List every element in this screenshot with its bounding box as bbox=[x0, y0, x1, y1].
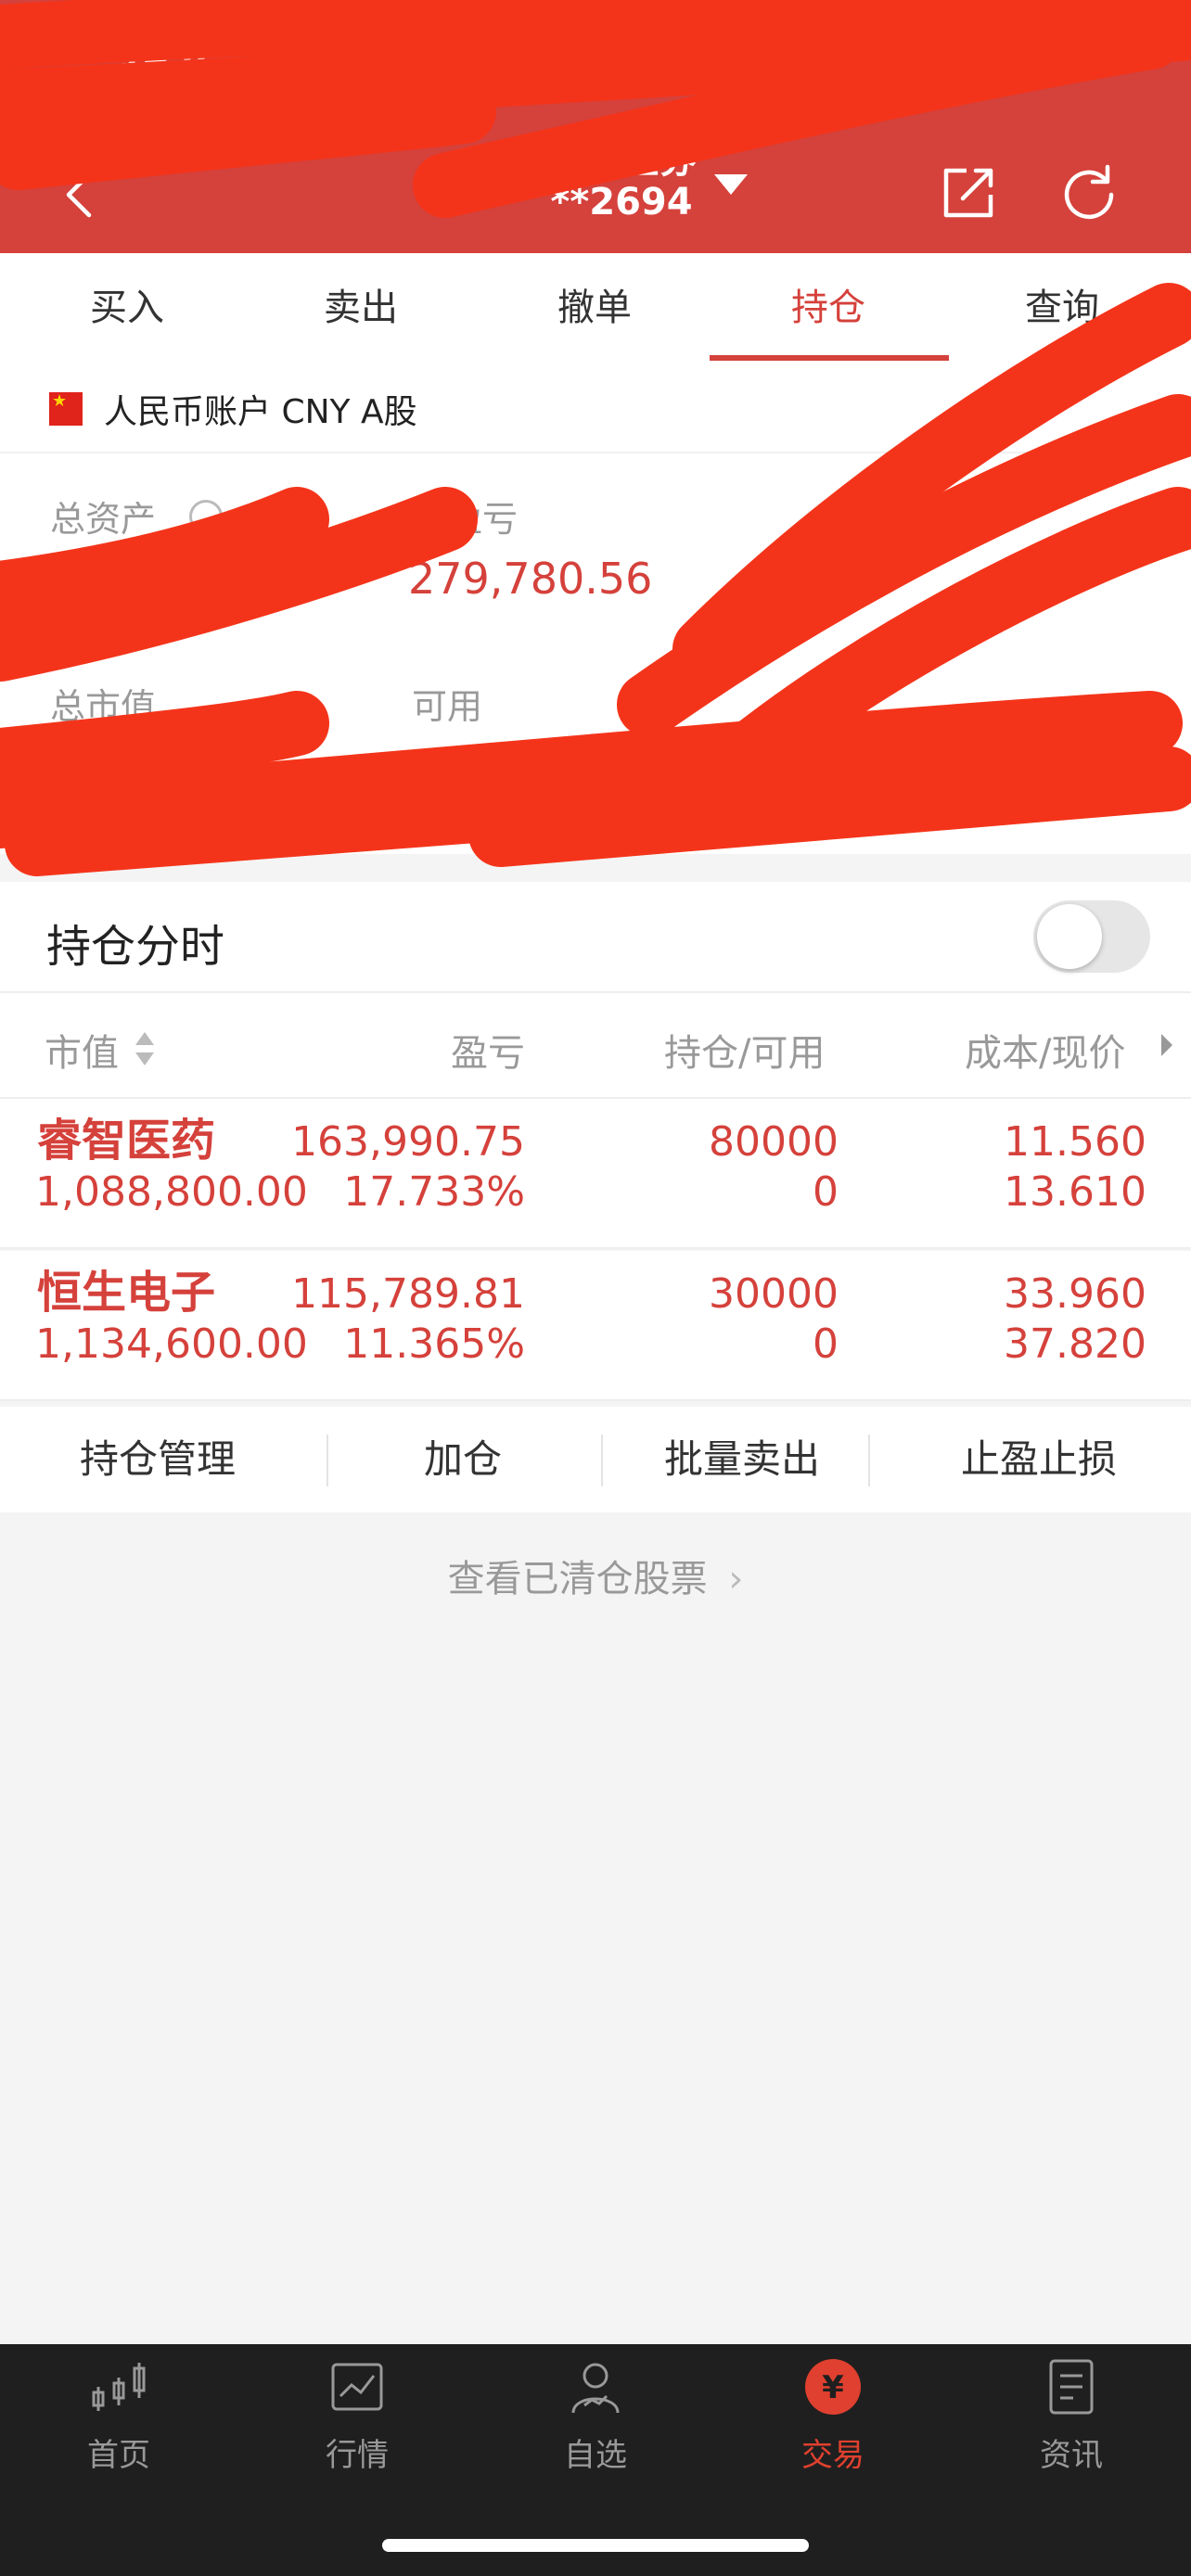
top-header: 14:0 同花顺 App 平安证券 **2694 bbox=[0, 0, 1191, 253]
stock-name: 睿智医药 bbox=[37, 1115, 216, 1167]
dropdown-caret-icon[interactable] bbox=[714, 174, 748, 195]
available-label: 可用 bbox=[412, 686, 483, 727]
account-summary: ★ 人民币账户 CNY A股 总资产 总盈亏 279,780.56 总市值 可用 bbox=[0, 363, 1191, 854]
cost: 11.560 bbox=[1004, 1118, 1146, 1166]
holdings-table-header: 市值 盈亏 持仓/可用 成本/现价 bbox=[0, 993, 1191, 1099]
divider bbox=[327, 1435, 328, 1486]
user-icon bbox=[571, 2363, 620, 2414]
candlestick-icon bbox=[92, 2363, 146, 2411]
pnl-percent: 11.365% bbox=[343, 1320, 525, 1368]
account-row: ★ 人民币账户 CNY A股 bbox=[0, 363, 1191, 453]
table-row[interactable]: 恒生电子 1,134,600.00 115,789.81 11.365% 300… bbox=[0, 1251, 1191, 1401]
market-value: 1,134,600.00 bbox=[35, 1320, 308, 1368]
divider bbox=[601, 1435, 603, 1486]
tab-buy[interactable]: 买入 bbox=[11, 253, 243, 363]
nav-label: 首页 bbox=[87, 2437, 150, 2474]
batch-sell-button[interactable]: 批量卖出 bbox=[631, 1407, 853, 1512]
refresh-icon[interactable] bbox=[1059, 163, 1119, 223]
chevron-right-icon: › bbox=[728, 1558, 744, 1600]
trade-tabs: 买入 卖出 撤单 持仓 查询 bbox=[0, 253, 1191, 364]
active-tab-indicator bbox=[710, 355, 949, 361]
market-value-label: 总市值 bbox=[50, 686, 157, 727]
yuan-icon: ¥ bbox=[805, 2359, 861, 2415]
china-flag-icon: ★ bbox=[49, 392, 83, 426]
header-market-value[interactable]: 市值 bbox=[45, 1023, 119, 1077]
current-price: 37.820 bbox=[1004, 1320, 1146, 1368]
total-pnl-value: 279,780.56 bbox=[408, 554, 653, 604]
toggle-knob bbox=[1037, 904, 1102, 969]
pnl: 115,789.81 bbox=[291, 1270, 525, 1318]
total-pnl-label: 总盈亏 bbox=[412, 499, 519, 540]
cleared-link-label: 查看已清仓股票 bbox=[447, 1558, 708, 1600]
view-cleared-stocks-link[interactable]: 查看已清仓股票 › bbox=[0, 1549, 1191, 1602]
available: 0 bbox=[813, 1320, 839, 1368]
nav-news[interactable]: 资讯 bbox=[979, 2353, 1164, 2475]
manage-holdings-button[interactable]: 持仓管理 bbox=[37, 1407, 278, 1512]
position: 80000 bbox=[709, 1118, 839, 1166]
holdings-timeshare-row: 持仓分时 bbox=[0, 882, 1191, 993]
position: 30000 bbox=[709, 1270, 839, 1318]
current-price: 13.610 bbox=[1004, 1168, 1146, 1216]
pnl-percent: 17.733% bbox=[343, 1168, 525, 1216]
chart-icon bbox=[331, 2363, 383, 2411]
nav-market[interactable]: 行情 bbox=[264, 2353, 450, 2475]
stop-profit-loss-button[interactable]: 止盈止损 bbox=[918, 1407, 1159, 1512]
tab-holdings[interactable]: 持仓 bbox=[712, 253, 944, 363]
timeshare-label: 持仓分时 bbox=[46, 921, 225, 973]
tab-query[interactable]: 查询 bbox=[946, 253, 1178, 363]
nav-label: 行情 bbox=[326, 2437, 389, 2474]
status-time: 14:0 bbox=[119, 35, 207, 76]
holdings-action-bar: 持仓管理 加仓 批量卖出 止盈止损 bbox=[0, 1407, 1191, 1512]
header-cost-price: 成本/现价 bbox=[965, 1032, 1126, 1075]
nav-trade[interactable]: ¥ 交易 bbox=[740, 2353, 926, 2475]
market-value: 1,088,800.00 bbox=[35, 1168, 308, 1216]
available: 0 bbox=[813, 1168, 839, 1216]
status-app-name: 同花顺 App bbox=[547, 28, 714, 65]
nav-label: 自选 bbox=[564, 2437, 627, 2474]
chevron-right-icon[interactable] bbox=[1161, 1034, 1172, 1056]
add-position-button[interactable]: 加仓 bbox=[365, 1407, 560, 1512]
svg-text:¥: ¥ bbox=[822, 2369, 844, 2406]
sort-icon[interactable] bbox=[134, 1028, 156, 1069]
nav-home[interactable]: 首页 bbox=[26, 2353, 211, 2475]
nav-label: 交易 bbox=[801, 2437, 864, 2474]
eye-icon[interactable] bbox=[189, 500, 223, 533]
home-indicator bbox=[382, 2539, 809, 2552]
share-icon[interactable] bbox=[939, 163, 998, 223]
back-icon[interactable] bbox=[54, 167, 109, 223]
nav-label: 资讯 bbox=[1040, 2437, 1103, 2474]
nav-watchlist[interactable]: 自选 bbox=[503, 2353, 688, 2475]
tab-cancel[interactable]: 撤单 bbox=[479, 253, 711, 363]
table-row[interactable]: 睿智医药 1,088,800.00 163,990.75 17.733% 800… bbox=[0, 1099, 1191, 1249]
tab-sell[interactable]: 卖出 bbox=[245, 253, 477, 363]
header-position: 持仓/可用 bbox=[664, 1032, 826, 1075]
total-assets-label: 总资产 bbox=[50, 499, 157, 540]
stock-name: 恒生电子 bbox=[37, 1267, 216, 1319]
divider bbox=[868, 1435, 870, 1486]
news-icon bbox=[1049, 2359, 1094, 2415]
account-label: 人民币账户 CNY A股 bbox=[104, 393, 417, 431]
timeshare-toggle[interactable] bbox=[1033, 900, 1150, 973]
pnl: 163,990.75 bbox=[291, 1118, 525, 1166]
header-pnl: 盈亏 bbox=[451, 1032, 525, 1075]
cost: 33.960 bbox=[1004, 1270, 1146, 1318]
